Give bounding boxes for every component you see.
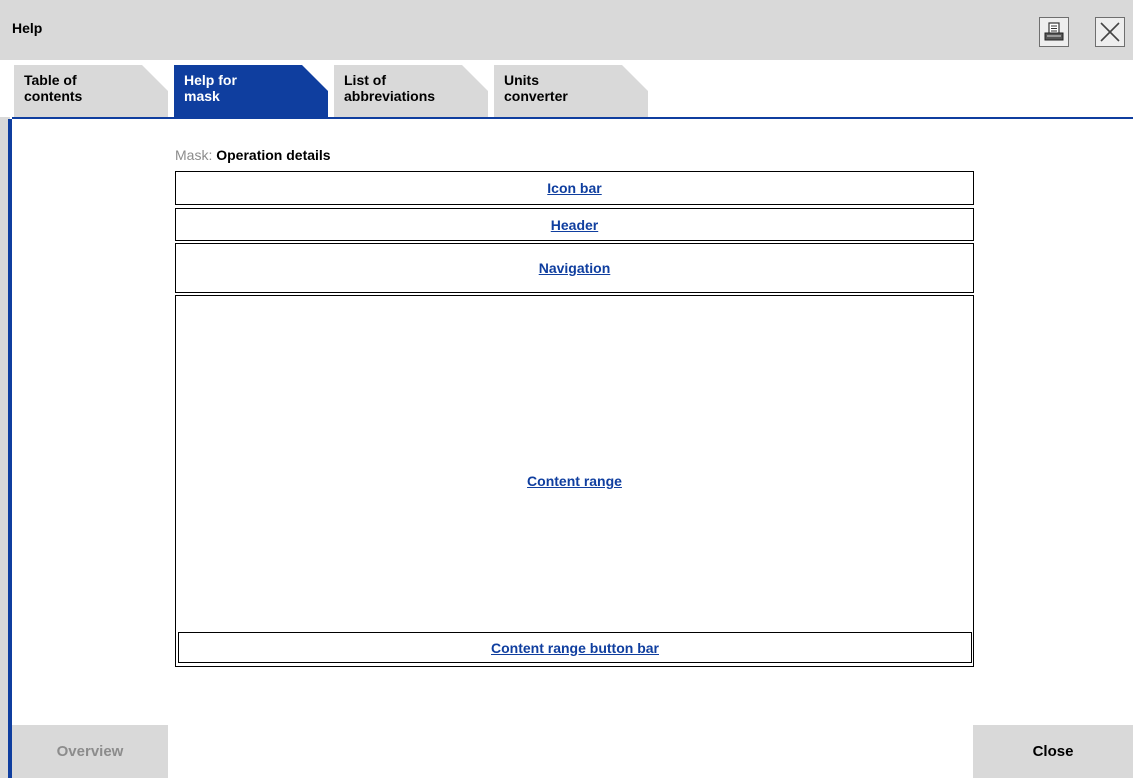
mask-heading: Mask: Operation details [175,147,331,163]
print-button[interactable] [1039,17,1069,47]
mask-name: Operation details [216,147,331,163]
tab-label-line2: converter [504,88,568,104]
left-edge-bar [0,117,12,778]
tab-label-line1: Table of [24,72,77,88]
tab-label-line2: mask [184,88,220,104]
tab-strip: Table of contents Help for mask List of … [0,60,1133,118]
content-range-link[interactable]: Content range [527,473,622,489]
tab-label-line1: Help for [184,72,237,88]
tab-label-line2: abbreviations [344,88,436,104]
left-edge-accent [8,119,12,778]
window-title: Help [12,20,43,36]
tab-units-converter[interactable]: Units converter [494,65,648,118]
tab-underline-divider [12,117,1133,119]
content-range-button-bar-area: Content range button bar [178,632,972,663]
close-button[interactable]: Close [973,725,1133,778]
content-range-area: Content range [175,295,974,667]
tab-label-line2: contents [24,88,83,104]
mask-prefix: Mask: [175,147,213,163]
close-x-icon [1100,22,1120,42]
navigation-link[interactable]: Navigation [539,260,611,276]
icon-bar-link[interactable]: Icon bar [547,180,601,196]
tab-table-of-contents[interactable]: Table of contents [14,65,168,118]
navigation-area: Navigation [175,243,974,293]
tab-label-line1: List of [344,72,386,88]
icon-bar-area: Icon bar [175,171,974,205]
window-titlebar: Help [0,0,1133,60]
tab-help-for-mask[interactable]: Help for mask [174,65,328,118]
content-range-button-bar-link[interactable]: Content range button bar [491,640,659,656]
header-area: Header [175,208,974,241]
header-link[interactable]: Header [551,217,598,233]
overview-button[interactable]: Overview [12,725,168,778]
tab-list-of-abbreviations[interactable]: List of abbreviations [334,65,488,118]
window-close-button[interactable] [1095,17,1125,47]
tab-label-line1: Units [504,72,539,88]
printer-icon [1044,22,1064,41]
